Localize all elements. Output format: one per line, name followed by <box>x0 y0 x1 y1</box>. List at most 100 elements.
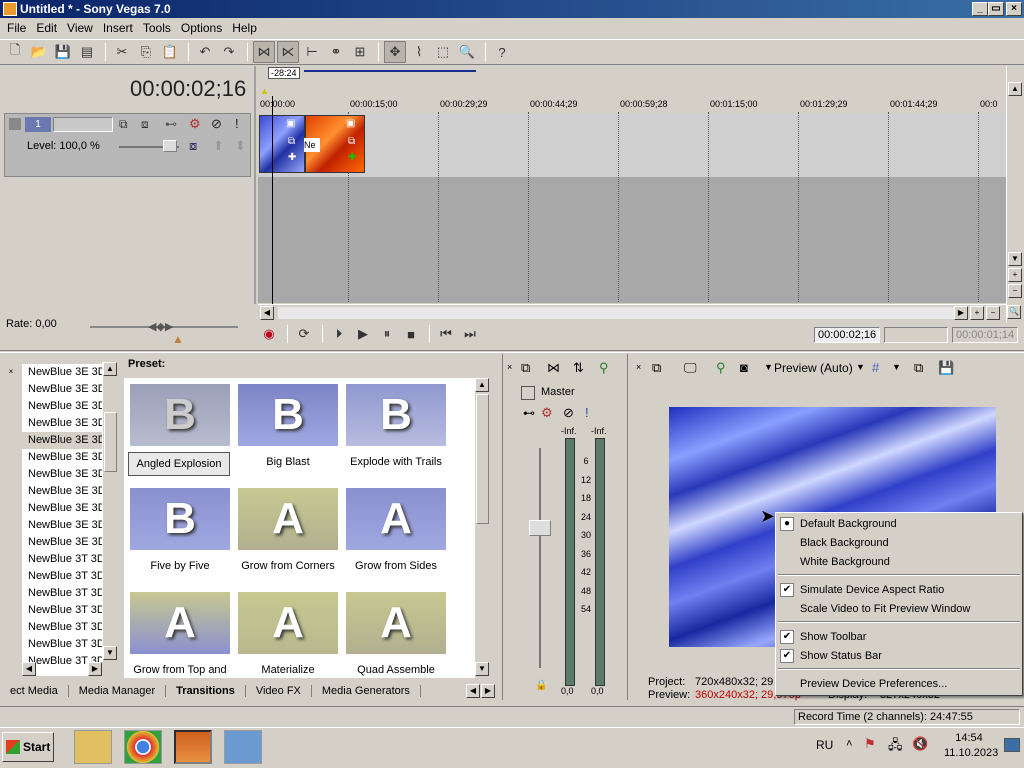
tray-expand-icon[interactable]: ˄ <box>846 738 852 750</box>
play-icon[interactable]: ▶ <box>352 323 374 345</box>
master-gear-icon[interactable]: ⚙ <box>541 405 553 421</box>
preset-grid-scrollbar[interactable]: ▲ ▼ <box>474 378 490 678</box>
ripple-edit-icon[interactable]: ⊢ <box>301 41 323 63</box>
scroll-right-icon[interactable]: ▶ <box>954 306 968 320</box>
menu-file[interactable]: File <box>2 21 31 35</box>
start-button[interactable]: Start <box>2 732 54 762</box>
event-add-icon[interactable]: ✚ <box>288 152 296 163</box>
marker-flag-icon[interactable]: ▲ <box>260 86 269 96</box>
network-icon[interactable]: 🖧 <box>888 736 903 758</box>
list-item[interactable]: NewBlue 3E 3D <box>22 381 102 398</box>
go-to-start-icon[interactable]: ⏮ <box>435 323 457 345</box>
list-item[interactable]: NewBlue 3E 3D <box>22 517 102 534</box>
track-grip-icon[interactable] <box>9 118 21 130</box>
scroll-down-icon[interactable]: ▼ <box>475 662 489 676</box>
menu-item-device-preferences[interactable]: Preview Device Preferences... <box>776 675 1022 693</box>
insert-bus-icon[interactable]: ⚲ <box>599 360 609 376</box>
overlays-icon[interactable]: # <box>872 360 879 375</box>
video-event-blue[interactable]: ▣ ⧉ ✚ <box>259 115 305 173</box>
h-zoom-out-icon[interactable]: − <box>986 306 1000 320</box>
action-center-icon[interactable]: ⚑ <box>864 736 876 752</box>
menu-edit[interactable]: Edit <box>31 21 62 35</box>
list-item[interactable]: NewBlue 3T 3D <box>22 602 102 619</box>
list-item[interactable]: NewBlue 3E 3D <box>22 432 102 449</box>
play-from-start-icon[interactable]: ⏵ <box>328 323 350 345</box>
list-item[interactable]: NewBlue 3T 3D <box>22 568 102 585</box>
list-item[interactable]: NewBlue 3T 3D <box>22 636 102 653</box>
composite-mode-icon[interactable]: ⊷ <box>165 117 177 131</box>
close-button[interactable]: × <box>1006 2 1022 16</box>
vegas-taskbar-icon[interactable] <box>174 730 212 764</box>
tab-scroll-left-icon[interactable]: ◀ <box>466 684 480 698</box>
category-h-scrollbar[interactable]: ◀ ▶ <box>22 662 118 678</box>
selection-length-field[interactable]: 00:00:01;14 <box>952 327 1018 343</box>
track-motion-icon[interactable]: ⧉ <box>119 117 128 132</box>
preset-thumbnail[interactable]: A Grow from Sides <box>342 484 450 586</box>
scroll-thumb[interactable] <box>476 394 489 524</box>
preset-thumbnail[interactable]: B Big Blast <box>234 380 342 482</box>
redo-icon[interactable]: ↷ <box>218 41 240 63</box>
track-level-slider-thumb[interactable] <box>163 140 177 152</box>
category-list-scrollbar[interactable]: ▲ ▼ <box>102 362 118 662</box>
video-event-orange[interactable]: Ne ▣ ⧉ ✚ <box>304 115 365 173</box>
menu-item-show-toolbar[interactable]: ✔ Show Toolbar <box>776 628 1022 646</box>
chevron-down-icon[interactable]: ▼ <box>856 362 865 372</box>
open-folder-icon[interactable]: 📂 <box>28 41 50 63</box>
selection-tool-icon[interactable]: ⬚ <box>432 41 454 63</box>
cursor-position-field[interactable]: 00:00:02;16 <box>814 327 880 343</box>
menu-item-white-background[interactable]: White Background <box>776 553 1022 571</box>
tab-video-fx[interactable]: Video FX <box>246 685 312 697</box>
menu-insert[interactable]: Insert <box>98 21 138 35</box>
mixer-properties-icon[interactable]: ⧉ <box>521 360 530 376</box>
maximize-button[interactable]: ▭ <box>988 2 1004 16</box>
record-icon[interactable]: ◉ <box>258 323 280 345</box>
preset-thumbnail[interactable]: B Five by Five <box>126 484 234 586</box>
panel-divider[interactable] <box>0 350 1024 353</box>
snap-icon[interactable]: ⋈ <box>253 41 275 63</box>
preset-thumbnail[interactable]: A Grow from Corners <box>234 484 342 586</box>
menu-item-black-background[interactable]: Black Background <box>776 534 1022 552</box>
solo-icon[interactable]: ! <box>235 116 239 131</box>
video-track-lane[interactable] <box>258 113 1006 177</box>
zoom-tool-icon[interactable]: 🔍 <box>456 41 478 63</box>
scroll-down-icon[interactable]: ▼ <box>103 646 117 660</box>
preset-thumbnail[interactable]: A Quad Assemble <box>342 588 450 678</box>
paste-icon[interactable]: 📋 <box>159 41 181 63</box>
preview-quality-select[interactable]: Preview (Auto) <box>774 361 853 375</box>
explorer-taskbar-icon[interactable] <box>74 730 112 764</box>
panel-close-icon[interactable]: × <box>507 362 512 372</box>
preset-thumbnail[interactable]: B Explode with Trails <box>342 380 450 482</box>
h-scroll-track[interactable] <box>278 307 954 319</box>
preview-properties-icon[interactable]: ⧉ <box>652 360 661 376</box>
cut-icon[interactable]: ✂ <box>111 41 133 63</box>
chevron-down-icon[interactable]: ▼ <box>892 362 901 372</box>
panel-close-icon[interactable]: × <box>636 362 641 372</box>
menu-item-scale-video[interactable]: Scale Video to Fit Preview Window <box>776 600 1022 618</box>
zoom-tool-icon-small[interactable]: 🔍 <box>1007 305 1021 319</box>
scroll-left-icon[interactable]: ◀ <box>260 306 274 320</box>
chevron-down-icon[interactable]: ▼ <box>764 362 773 372</box>
pause-icon[interactable]: ⏸ <box>376 323 398 345</box>
fader-lock-icon[interactable]: 🔒 <box>535 680 547 691</box>
list-item[interactable]: NewBlue 3E 3D <box>22 449 102 466</box>
menu-options[interactable]: Options <box>176 21 227 35</box>
show-desktop-icon[interactable] <box>1004 738 1020 752</box>
tab-transitions[interactable]: Transitions <box>166 685 246 697</box>
master-mute-icon[interactable]: ⊘ <box>563 405 574 421</box>
mixer-dim-icon[interactable]: ⇅ <box>573 360 584 376</box>
time-ruler[interactable]: 00:00:00 00:00:15;00 00:00:29;29 00:00:4… <box>258 96 1006 112</box>
external-monitor-icon[interactable]: 🖵 <box>684 360 697 376</box>
list-item[interactable]: NewBlue 3T 3D <box>22 585 102 602</box>
list-item[interactable]: NewBlue 3E 3D <box>22 534 102 551</box>
tab-media-generators[interactable]: Media Generators <box>312 685 421 697</box>
menu-item-show-status-bar[interactable]: ✔ Show Status Bar <box>776 647 1022 665</box>
whats-this-icon[interactable]: ? <box>491 41 513 63</box>
tab-media-manager[interactable]: Media Manager <box>69 685 167 697</box>
save-icon[interactable]: 💾 <box>52 41 74 63</box>
track-name-field[interactable] <box>53 117 113 132</box>
undo-icon[interactable]: ↶ <box>194 41 216 63</box>
list-item[interactable]: NewBlue 3E 3D <box>22 483 102 500</box>
list-item[interactable]: NewBlue 3T 3D <box>22 619 102 636</box>
mixer-downmix-icon[interactable]: ⋈ <box>547 360 560 376</box>
master-fader-rail[interactable] <box>539 448 541 668</box>
